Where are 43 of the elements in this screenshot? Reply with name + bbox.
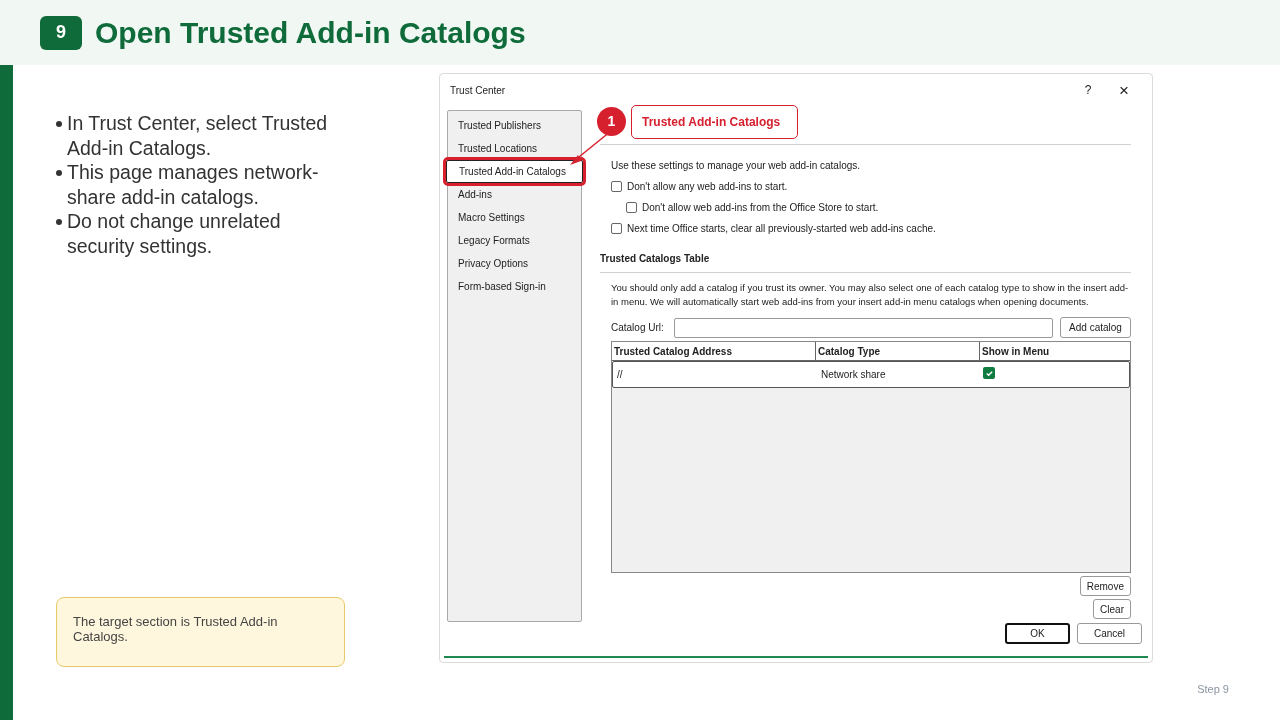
description-text: You should only add a catalog if you trust its owner. You may also select one of each catalog type to show in the insert add-in menu. We will automatically start web add-ins from your insert add-in menu catalogs when opening documents.	[611, 281, 1130, 309]
catalog-url-label: Catalog Url:	[611, 321, 665, 335]
category-item[interactable]: Trusted Locations	[448, 137, 581, 160]
bullet-icon	[56, 121, 62, 127]
step-badge: 9	[40, 15, 82, 50]
bullet-text: Do not change unrelated security settings.	[67, 209, 282, 258]
callout-label: Trusted Add-in Catalogs	[631, 105, 798, 139]
category-item[interactable]: Legacy Formats	[448, 229, 581, 252]
checkbox[interactable]	[983, 367, 995, 379]
option-label: Next time Office starts, clear all previously-started web add-ins cache.	[627, 222, 936, 236]
dialog-title: Trust Center	[450, 83, 506, 98]
section-title: Trusted Catalogs Table	[600, 251, 1131, 273]
catalog-url-field[interactable]	[674, 317, 1053, 338]
intro-text: Use these settings to manage your web add-in catalogs.	[611, 159, 862, 173]
callout-number: 1	[597, 107, 626, 136]
checkbox[interactable]	[611, 181, 622, 192]
list-action-button[interactable]: Remove	[1079, 576, 1131, 596]
bullet-icon	[56, 219, 62, 225]
checkbox[interactable]	[611, 223, 622, 234]
page-title: Open Trusted Add-in Catalogs	[95, 15, 526, 51]
dialog-button[interactable]: Cancel	[1077, 623, 1142, 644]
category-item[interactable]: Trusted Publishers	[448, 114, 581, 137]
table-cell-text: //	[616, 368, 624, 382]
category-item[interactable]: Privacy Options	[448, 252, 581, 275]
bullet-text: In Trust Center, select Trusted Add-in Catalogs.	[67, 111, 329, 160]
note-card: The target section is Trusted Add-in Catalogs.	[56, 597, 345, 667]
add-catalog-button[interactable]: Add catalog	[1060, 317, 1131, 338]
category-item[interactable]: Trusted Add-in Catalogs	[446, 160, 583, 183]
table-row[interactable]: // Network share	[612, 361, 1130, 388]
bullet-icon	[56, 170, 62, 176]
checkbox[interactable]	[626, 202, 637, 213]
help-button[interactable]: ?	[1078, 81, 1098, 99]
option-label: Don't allow any web add-ins to start.	[627, 180, 788, 194]
option-label: Don't allow web add-ins from the Office Store to start.	[642, 201, 879, 215]
category-item[interactable]: Add-ins	[448, 183, 581, 206]
dialog-button[interactable]: OK	[1005, 623, 1070, 644]
category-item[interactable]: Macro Settings	[448, 206, 581, 229]
close-button[interactable]: ×	[1114, 81, 1134, 99]
list-action-button[interactable]: Clear	[1093, 599, 1131, 619]
bullet-text: This page manages network-share add-in catalogs.	[67, 160, 320, 209]
category-item[interactable]: Form-based Sign-in	[448, 275, 581, 298]
step-label: Step 9	[1197, 682, 1229, 697]
table-cell-text: Network share	[821, 368, 887, 382]
